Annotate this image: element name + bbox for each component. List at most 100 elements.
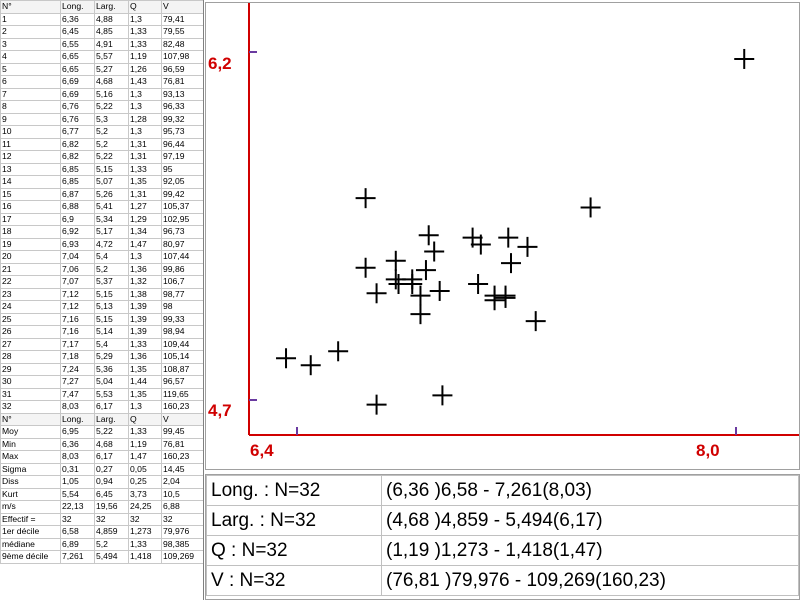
grid-cell[interactable]: 32 bbox=[161, 512, 203, 526]
grid-cell[interactable]: 5,22 bbox=[94, 150, 129, 164]
stats-row[interactable]: m/s 22,13 19,56 24,25 6,88 bbox=[0, 500, 203, 514]
grid-cell[interactable]: 106,7 bbox=[161, 275, 203, 289]
grid-cell[interactable]: 6,69 bbox=[60, 87, 95, 101]
grid-cell[interactable]: 6,76 bbox=[60, 112, 95, 126]
grid-cell[interactable]: 5,2 bbox=[94, 125, 129, 139]
grid-cell[interactable]: 5 bbox=[0, 62, 61, 76]
grid-cell[interactable]: 16 bbox=[0, 200, 61, 214]
grid-cell[interactable]: 32 bbox=[94, 512, 129, 526]
grid-cell[interactable]: 5,04 bbox=[94, 375, 129, 389]
grid-cell[interactable]: 6,87 bbox=[60, 187, 95, 201]
grid-cell[interactable]: 32 bbox=[0, 400, 61, 414]
table-row[interactable]: 32 8,03 6,17 1,3 160,23 bbox=[0, 400, 203, 414]
grid-cell[interactable]: 0,05 bbox=[128, 462, 162, 476]
grid-cell[interactable]: 105,14 bbox=[161, 350, 203, 364]
table-row[interactable]: 14 6,85 5,07 1,35 92,05 bbox=[0, 175, 203, 189]
grid-cell[interactable]: 82,48 bbox=[161, 37, 203, 51]
table-row[interactable]: 28 7,18 5,29 1,36 105,14 bbox=[0, 350, 203, 364]
grid-cell[interactable]: 4 bbox=[0, 50, 61, 64]
column-header[interactable]: V bbox=[161, 0, 203, 14]
stats-row[interactable]: Sigma 0,31 0,27 0,05 14,45 bbox=[0, 462, 203, 476]
grid-cell[interactable]: 109,269 bbox=[161, 550, 203, 564]
grid-cell[interactable]: 5,29 bbox=[94, 350, 129, 364]
grid-cell[interactable]: 160,23 bbox=[161, 400, 203, 414]
grid-cell[interactable]: 1,273 bbox=[128, 525, 162, 539]
grid-cell[interactable]: 0,31 bbox=[60, 462, 95, 476]
grid-cell[interactable]: 1,39 bbox=[128, 312, 162, 326]
grid-cell[interactable]: 99,42 bbox=[161, 187, 203, 201]
table-row[interactable]: 21 7,06 5,2 1,36 99,86 bbox=[0, 262, 203, 276]
stats-row[interactable]: Diss 1,05 0,94 0,25 2,04 bbox=[0, 475, 203, 489]
grid-cell[interactable]: 1,39 bbox=[128, 300, 162, 314]
grid-cell[interactable]: 6,69 bbox=[60, 75, 95, 89]
grid-cell[interactable]: 6,89 bbox=[60, 537, 95, 551]
grid-cell[interactable]: 23 bbox=[0, 287, 61, 301]
grid-cell[interactable]: 7,24 bbox=[60, 362, 95, 376]
table-row[interactable]: 30 7,27 5,04 1,44 96,57 bbox=[0, 375, 203, 389]
grid-cell[interactable]: 4,68 bbox=[94, 437, 129, 451]
grid-cell[interactable]: 3 bbox=[0, 37, 61, 51]
table-row[interactable]: 20 7,04 5,4 1,3 107,44 bbox=[0, 250, 203, 264]
grid-cell[interactable]: 1,43 bbox=[128, 75, 162, 89]
grid-cell[interactable]: 8,03 bbox=[60, 450, 95, 464]
table-row[interactable]: 15 6,87 5,26 1,31 99,42 bbox=[0, 187, 203, 201]
column-header[interactable]: Q bbox=[128, 412, 162, 426]
table-row[interactable]: 16 6,88 5,41 1,27 105,37 bbox=[0, 200, 203, 214]
grid-cell[interactable]: 1,47 bbox=[128, 237, 162, 251]
grid-cell[interactable]: 7,18 bbox=[60, 350, 95, 364]
grid-cell[interactable]: 6,76 bbox=[60, 100, 95, 114]
grid-cell[interactable]: 79,55 bbox=[161, 25, 203, 39]
grid-cell[interactable]: 6,88 bbox=[161, 500, 203, 514]
stats-row[interactable]: 1er décile 6,58 4,859 1,273 79,976 bbox=[0, 525, 203, 539]
grid-cell[interactable]: 93,13 bbox=[161, 87, 203, 101]
grid-cell[interactable]: 7,16 bbox=[60, 312, 95, 326]
grid-cell[interactable]: 6,45 bbox=[94, 487, 129, 501]
table-row[interactable]: 18 6,92 5,17 1,34 96,73 bbox=[0, 225, 203, 239]
grid-cell[interactable]: 99,45 bbox=[161, 425, 203, 439]
grid-cell[interactable]: 22 bbox=[0, 275, 61, 289]
grid-cell[interactable]: 14,45 bbox=[161, 462, 203, 476]
grid-cell[interactable]: 30 bbox=[0, 375, 61, 389]
table-row[interactable]: 29 7,24 5,36 1,35 108,87 bbox=[0, 362, 203, 376]
grid-cell[interactable]: 102,95 bbox=[161, 212, 203, 226]
grid-cell[interactable]: 11 bbox=[0, 137, 61, 151]
stats-row[interactable]: médiane 6,89 5,2 1,33 98,385 bbox=[0, 537, 203, 551]
grid-cell[interactable]: 98,94 bbox=[161, 325, 203, 339]
grid-cell[interactable]: 26 bbox=[0, 325, 61, 339]
grid-cell[interactable]: 1,3 bbox=[128, 250, 162, 264]
grid-cell[interactable]: 0,94 bbox=[94, 475, 129, 489]
grid-cell[interactable]: 32 bbox=[128, 512, 162, 526]
grid-cell[interactable]: 97,19 bbox=[161, 150, 203, 164]
grid-cell[interactable]: 17 bbox=[0, 212, 61, 226]
grid-cell[interactable]: 1,26 bbox=[128, 62, 162, 76]
table-row[interactable]: 1 6,36 4,88 1,3 79,41 bbox=[0, 12, 203, 26]
grid-cell[interactable]: 80,97 bbox=[161, 237, 203, 251]
grid-cell[interactable]: 5,4 bbox=[94, 337, 129, 351]
grid-cell[interactable]: 1,36 bbox=[128, 262, 162, 276]
grid-cell[interactable]: 15 bbox=[0, 187, 61, 201]
stats-row[interactable]: 9ème décile 7,261 5,494 1,418 109,269 bbox=[0, 550, 203, 564]
grid-cell[interactable]: 107,98 bbox=[161, 50, 203, 64]
stats-row[interactable]: Kurt 5,54 6,45 3,73 10,5 bbox=[0, 487, 203, 501]
grid-cell[interactable]: 5,15 bbox=[94, 287, 129, 301]
grid-cell[interactable]: Max bbox=[0, 450, 61, 464]
grid-cell[interactable]: 1,47 bbox=[128, 450, 162, 464]
grid-cell[interactable]: 6,58 bbox=[60, 525, 95, 539]
stats-row[interactable]: Effectif = 32 32 32 32 bbox=[0, 512, 203, 526]
grid-cell[interactable]: 5,34 bbox=[94, 212, 129, 226]
grid-cell[interactable]: médiane bbox=[0, 537, 61, 551]
grid-cell[interactable]: 8 bbox=[0, 100, 61, 114]
grid-cell[interactable]: 76,81 bbox=[161, 75, 203, 89]
grid-cell[interactable]: 3,73 bbox=[128, 487, 162, 501]
grid-cell[interactable]: 5,07 bbox=[94, 175, 129, 189]
grid-cell[interactable]: 1,3 bbox=[128, 125, 162, 139]
grid-cell[interactable]: 5,494 bbox=[94, 550, 129, 564]
stats-row[interactable]: Min 6,36 4,68 1,19 76,81 bbox=[0, 437, 203, 451]
grid-cell[interactable]: 1,35 bbox=[128, 175, 162, 189]
grid-cell[interactable]: 7,12 bbox=[60, 287, 95, 301]
grid-cell[interactable]: 6,17 bbox=[94, 400, 129, 414]
table-row[interactable]: 6 6,69 4,68 1,43 76,81 bbox=[0, 75, 203, 89]
grid-cell[interactable]: 32 bbox=[60, 512, 95, 526]
grid-cell[interactable]: 7,17 bbox=[60, 337, 95, 351]
grid-cell[interactable]: 7,47 bbox=[60, 387, 95, 401]
